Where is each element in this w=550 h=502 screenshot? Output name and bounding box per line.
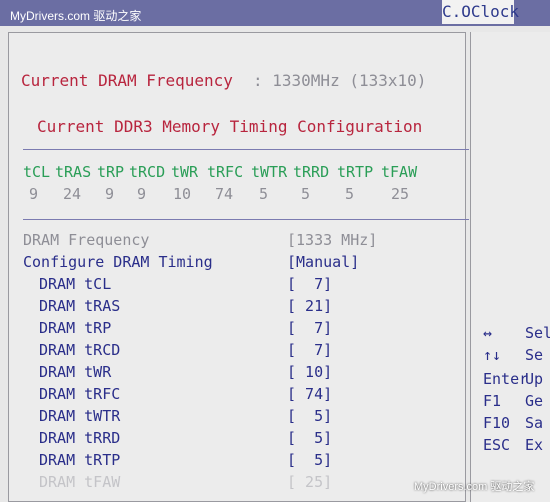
timing-value-twr: 10 [173,185,192,203]
tab-oc-clock[interactable]: C.OClock [442,0,519,24]
main-panel: Current DRAM Frequency : 1330MHz (133x10… [8,32,469,502]
timing-header-twtr: tWTR [251,163,288,181]
setting-value: [ 5] [287,429,333,447]
setting-label: DRAM tCL [39,275,112,293]
timing-value-trtp: 5 [345,185,355,203]
top-bar: MyDrivers.com 驱动之家 C.OClock [0,0,550,26]
timing-value-trcd: 9 [137,185,147,203]
setting-label: Configure DRAM Timing [23,253,213,271]
current-freq-value: : 1330MHz (133x10) [253,71,427,90]
timing-header-tcl: tCL [23,163,51,181]
setting-dram-trfc[interactable]: DRAM tRFC [ 74] [9,385,467,405]
timing-value-tras: 24 [63,185,82,203]
setting-value: [ 7] [287,341,333,359]
timing-header-trtp: tRTP [337,163,374,181]
timing-value-tcl: 9 [29,185,39,203]
timing-header-tfaw: tFAW [381,163,418,181]
help-panel: ↔ Sel ↑↓ Se Enter Up F1 Ge F10 Sa ESC Ex [470,32,550,502]
timing-value-trrd: 5 [301,185,311,203]
setting-configure-dram-timing[interactable]: Configure DRAM Timing [Manual] [9,253,467,273]
setting-label: DRAM tRAS [39,297,121,315]
setting-dram-tfaw[interactable]: DRAM tFAW [ 25] [9,473,467,493]
help-key-select-screen: ↔ [483,324,493,342]
setting-dram-twr[interactable]: DRAM tWR [ 10] [9,363,467,383]
setting-value: [1333 MHz] [287,231,378,249]
setting-value: [ 7] [287,275,333,293]
setting-dram-tcl[interactable]: DRAM tCL [ 7] [9,275,467,295]
help-key-select-item: ↑↓ [483,346,502,364]
setting-label: DRAM tRFC [39,385,121,403]
divider-bottom [23,219,469,220]
setting-label: DRAM tFAW [39,473,121,491]
timing-header-twr: tWR [171,163,199,181]
setting-value: [ 10] [287,363,333,381]
setting-dram-frequency[interactable]: DRAM Frequency [1333 MHz] [9,231,467,251]
help-text-esc: Ex [525,436,544,454]
setting-label: DRAM tWR [39,363,112,381]
help-text-f10: Sa [525,414,544,432]
setting-value: [ 25] [287,473,333,491]
setting-label: DRAM tRP [39,319,112,337]
setting-dram-trtp[interactable]: DRAM tRTP [ 5] [9,451,467,471]
setting-value: [ 74] [287,385,333,403]
watermark-bottom: MyDrivers.com 驱动之家 [414,481,535,493]
help-key-enter: Enter [483,370,529,388]
setting-value: [ 5] [287,407,333,425]
setting-label: DRAM tRCD [39,341,121,359]
help-key-esc: ESC [483,436,511,454]
help-text-select-item: Se [525,346,544,364]
help-key-f10: F10 [483,414,511,432]
timing-value-twtr: 5 [259,185,269,203]
timing-header-trfc: tRFC [207,163,244,181]
divider-top [23,149,469,150]
timing-header-tras: tRAS [55,163,92,181]
help-text-f1: Ge [525,392,544,410]
setting-label: DRAM Frequency [23,231,150,249]
setting-value: [ 21] [287,297,333,315]
setting-dram-trcd[interactable]: DRAM tRCD [ 7] [9,341,467,361]
setting-dram-trrd[interactable]: DRAM tRRD [ 5] [9,429,467,449]
setting-label: DRAM tRRD [39,429,121,447]
setting-value: [ 5] [287,451,333,469]
timing-header-trcd: tRCD [129,163,166,181]
timing-value-tfaw: 25 [391,185,410,203]
timing-header-trrd: tRRD [293,163,330,181]
setting-value: [ 7] [287,319,333,337]
timing-value-trp: 9 [105,185,115,203]
setting-dram-tras[interactable]: DRAM tRAS [ 21] [9,297,467,317]
current-freq-label: Current DRAM Frequency [21,71,233,90]
setting-label: DRAM tWTR [39,407,121,425]
help-text-enter: Up [525,370,544,388]
setting-dram-twtr[interactable]: DRAM tWTR [ 5] [9,407,467,427]
help-key-f1: F1 [483,392,502,410]
setting-label: DRAM tRTP [39,451,121,469]
setting-value: [Manual] [287,253,360,271]
help-text-select-screen: Sel [525,324,550,342]
watermark-top: MyDrivers.com 驱动之家 [10,9,142,23]
setting-dram-trp[interactable]: DRAM tRP [ 7] [9,319,467,339]
timing-header-trp: tRP [97,163,125,181]
timing-value-trfc: 74 [215,185,234,203]
config-title: Current DDR3 Memory Timing Configuration [37,117,423,136]
